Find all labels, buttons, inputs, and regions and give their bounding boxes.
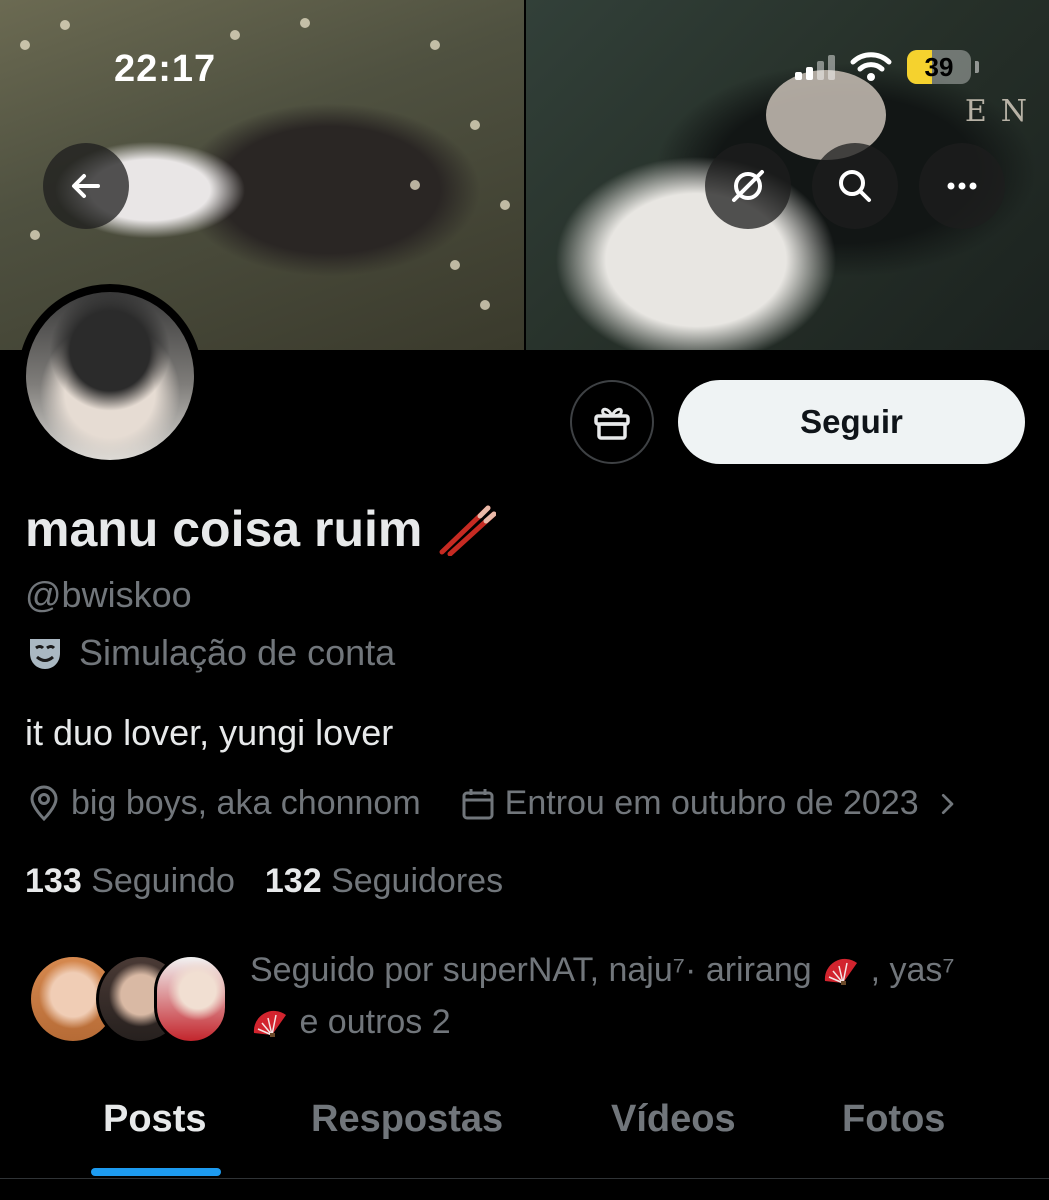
battery-level: 39 xyxy=(924,51,954,82)
more-icon xyxy=(947,182,977,190)
mutual-followers-avatars[interactable] xyxy=(28,954,228,1044)
followed-by-mid: , yas⁷ xyxy=(870,951,955,989)
followers-count: 132 xyxy=(264,862,322,900)
battery-indicator: 39 xyxy=(907,50,971,84)
folding-fan-emoji-icon xyxy=(825,958,858,986)
gift-button[interactable] xyxy=(570,380,654,464)
grok-icon xyxy=(732,170,764,202)
join-date[interactable]: Entrou em outubro de 2023 xyxy=(459,784,963,823)
tab-replies[interactable]: Respostas xyxy=(311,1098,503,1141)
profile-meta: big boys, aka chonnom Entrou em outubro … xyxy=(25,784,963,823)
followed-by-text[interactable]: Seguido por superNAT, naju⁷· arirang , y… xyxy=(250,944,1010,1048)
avatar-image xyxy=(26,292,194,460)
search-button[interactable] xyxy=(812,143,898,229)
wifi-icon xyxy=(850,52,892,81)
theater-mask-icon xyxy=(30,639,60,669)
location-pin-icon xyxy=(30,785,58,821)
tab-photos[interactable]: Fotos xyxy=(842,1098,945,1141)
mutual-avatar xyxy=(154,954,228,1044)
arrow-left-icon xyxy=(72,174,100,198)
display-name: manu coisa ruim xyxy=(25,501,423,557)
followers-link[interactable]: 132 Seguidores xyxy=(265,862,503,901)
search-icon xyxy=(839,170,871,202)
account-label[interactable]: Simulação de conta xyxy=(25,632,395,674)
join-date-text: Entrou em outubro de 2023 xyxy=(504,784,919,822)
back-button[interactable] xyxy=(43,143,129,229)
profile-avatar[interactable] xyxy=(18,284,202,468)
gift-icon xyxy=(594,407,630,440)
chopsticks-emoji-icon xyxy=(439,505,497,556)
followed-by-suffix: e outros 2 xyxy=(299,1003,451,1041)
calendar-icon xyxy=(462,788,494,819)
following-label: Seguindo xyxy=(91,862,235,900)
cellular-signal-icon xyxy=(795,54,835,80)
username-handle: @bwiskoo xyxy=(25,574,192,615)
profile-bio: it duo lover, yungi lover xyxy=(25,712,394,753)
grok-button[interactable] xyxy=(705,143,791,229)
followers-label: Seguidores xyxy=(331,862,504,900)
account-label-text: Simulação de conta xyxy=(79,632,396,673)
following-count: 133 xyxy=(25,862,82,900)
name-row: manu coisa ruim xyxy=(25,500,497,558)
tab-posts[interactable]: Posts xyxy=(103,1098,206,1141)
folding-fan-emoji-icon xyxy=(253,1010,286,1038)
follow-counts: 133 Seguindo 132 Seguidores xyxy=(25,862,503,901)
tabs-divider xyxy=(0,1178,1049,1179)
chevron-right-icon xyxy=(941,793,953,814)
following-link[interactable]: 133 Seguindo xyxy=(25,862,235,901)
tab-videos[interactable]: Vídeos xyxy=(611,1098,736,1141)
followed-by-prefix: Seguido por superNAT, naju⁷· arirang xyxy=(250,951,812,989)
location-text: big boys, aka chonnom xyxy=(71,784,421,822)
location: big boys, aka chonnom xyxy=(25,784,421,823)
status-indicators: 39 xyxy=(795,50,979,84)
profile-tabs: Posts Respostas Vídeos Fotos xyxy=(0,1080,1049,1180)
more-options-button[interactable] xyxy=(919,143,1005,229)
follow-button[interactable]: Seguir xyxy=(678,380,1025,464)
status-time: 22:17 xyxy=(114,48,217,90)
banner-watermark-text: EN xyxy=(964,94,1041,129)
active-tab-indicator xyxy=(91,1168,221,1176)
